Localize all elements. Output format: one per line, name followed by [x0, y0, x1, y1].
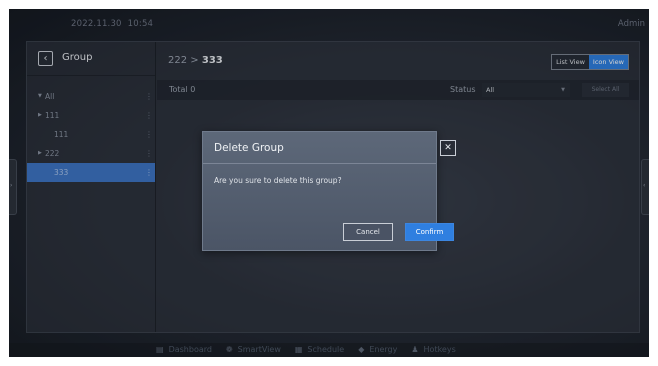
dialog-close-button[interactable]: ✕: [440, 140, 456, 156]
confirm-button[interactable]: Confirm: [405, 223, 454, 241]
close-icon: ✕: [444, 143, 452, 153]
dialog-divider: [203, 163, 436, 164]
delete-group-dialog: Delete Group ✕ Are you sure to delete th…: [202, 131, 456, 251]
dialog-title: Delete Group: [214, 142, 284, 154]
dialog-message: Are you sure to delete this group?: [214, 176, 342, 185]
cancel-button[interactable]: Cancel: [343, 223, 393, 241]
app-screen: 2022.11.30 10:54 Admin › ‹ ‹ Group ▼ All ⋮ ▶…: [9, 9, 649, 357]
